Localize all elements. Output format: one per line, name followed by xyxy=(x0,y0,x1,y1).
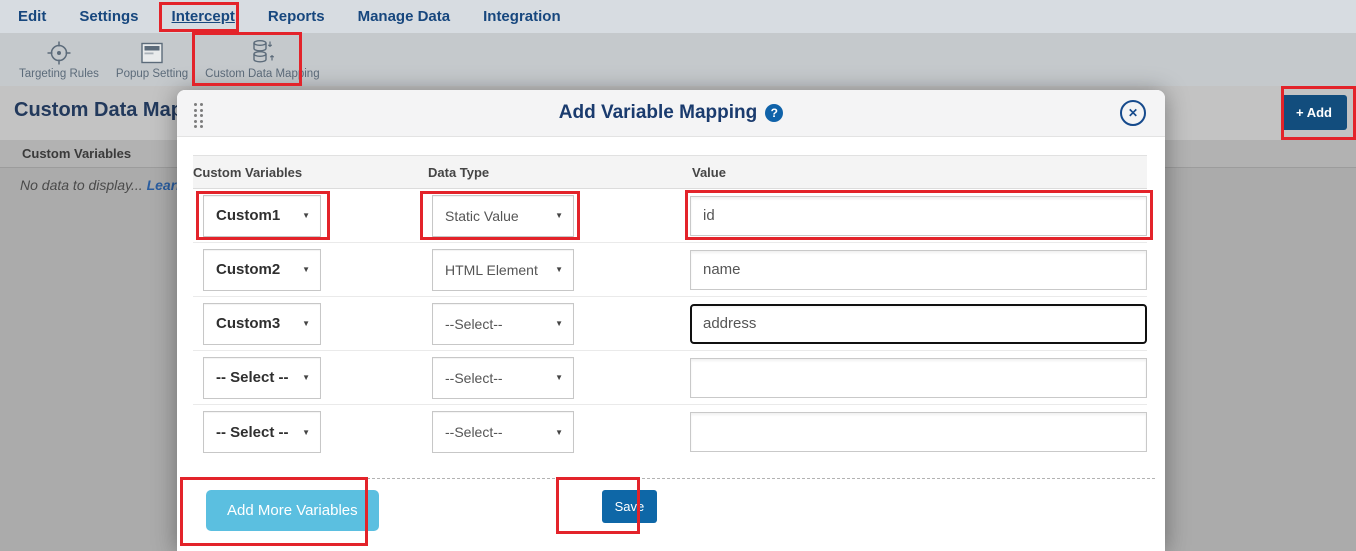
intercept-toolbar: Targeting Rules Popup Setting Custom Dat… xyxy=(0,33,1356,86)
chevron-down-icon: ▼ xyxy=(302,428,310,437)
database-icon xyxy=(247,38,277,67)
mapping-row: Custom3 ▼ --Select-- ▼ xyxy=(193,297,1147,351)
data-type-select[interactable]: --Select-- ▼ xyxy=(432,357,574,399)
top-navbar: Edit Settings Intercept Reports Manage D… xyxy=(0,0,1356,33)
add-variable-mapping-dialog: Add Variable Mapping ? ✕ Custom Variable… xyxy=(177,90,1165,551)
help-icon[interactable]: ? xyxy=(765,104,783,122)
value-input[interactable] xyxy=(690,196,1147,236)
mapping-row: Custom1 ▼ Static Value ▼ xyxy=(193,189,1147,243)
custom-variable-select[interactable]: -- Select -- ▼ xyxy=(203,357,321,399)
mapping-row: Custom2 ▼ HTML Element ▼ xyxy=(193,243,1147,297)
chevron-down-icon: ▼ xyxy=(302,265,310,274)
value-input[interactable] xyxy=(690,250,1147,290)
toolbar-item-custom-data-mapping[interactable]: Custom Data Mapping xyxy=(200,38,324,80)
close-icon[interactable]: ✕ xyxy=(1120,100,1146,126)
mapping-table-header: Custom Variables Data Type Value xyxy=(193,155,1147,189)
nav-item-intercept[interactable]: Intercept xyxy=(172,8,235,25)
nav-item-integration[interactable]: Integration xyxy=(483,8,561,25)
custom-variable-select[interactable]: -- Select -- ▼ xyxy=(203,411,321,453)
dialog-body: Custom Variables Data Type Value Custom1… xyxy=(177,137,1165,531)
column-header-custom-variables: Custom Variables xyxy=(193,165,428,180)
nav-item-manage-data[interactable]: Manage Data xyxy=(358,8,451,25)
add-button[interactable]: + Add xyxy=(1281,95,1347,130)
add-more-variables-button[interactable]: Add More Variables xyxy=(206,490,379,531)
data-type-select[interactable]: HTML Element ▼ xyxy=(432,249,574,291)
dialog-actions: Add More Variables Save xyxy=(193,490,1147,531)
mapping-row: -- Select -- ▼ --Select-- ▼ xyxy=(193,405,1147,459)
chevron-down-icon: ▼ xyxy=(555,265,563,274)
chevron-down-icon: ▼ xyxy=(555,373,563,382)
nav-item-edit[interactable]: Edit xyxy=(18,8,46,25)
toolbar-label: Popup Setting xyxy=(116,68,188,80)
mapping-row: -- Select -- ▼ --Select-- ▼ xyxy=(193,351,1147,405)
dotted-divider xyxy=(187,478,1155,479)
value-input[interactable] xyxy=(690,304,1147,344)
value-input[interactable] xyxy=(690,358,1147,398)
chevron-down-icon: ▼ xyxy=(555,428,563,437)
toolbar-item-popup-setting[interactable]: Popup Setting xyxy=(111,38,193,80)
background-table-header-label: Custom Variables xyxy=(22,146,131,161)
custom-variable-select[interactable]: Custom2 ▼ xyxy=(203,249,321,291)
toolbar-label: Custom Data Mapping xyxy=(205,68,319,80)
toolbar-item-targeting-rules[interactable]: Targeting Rules xyxy=(14,38,104,80)
data-type-select[interactable]: --Select-- ▼ xyxy=(432,303,574,345)
chevron-down-icon: ▼ xyxy=(302,373,310,382)
value-input[interactable] xyxy=(690,412,1147,452)
dialog-header: Add Variable Mapping ? ✕ xyxy=(177,90,1165,137)
target-icon xyxy=(45,38,73,67)
drag-handle-icon[interactable] xyxy=(194,103,203,128)
nav-item-reports[interactable]: Reports xyxy=(268,8,325,25)
chevron-down-icon: ▼ xyxy=(555,211,563,220)
column-header-value: Value xyxy=(692,165,1147,180)
dialog-title: Add Variable Mapping ? xyxy=(559,102,783,124)
save-button[interactable]: Save xyxy=(602,490,658,523)
column-header-data-type: Data Type xyxy=(428,165,686,180)
toolbar-label: Targeting Rules xyxy=(19,68,99,80)
custom-variable-select[interactable]: Custom3 ▼ xyxy=(203,303,321,345)
chevron-down-icon: ▼ xyxy=(555,319,563,328)
nav-item-settings[interactable]: Settings xyxy=(79,8,138,25)
custom-variable-select[interactable]: Custom1 ▼ xyxy=(203,195,321,237)
chevron-down-icon: ▼ xyxy=(302,319,310,328)
window-icon xyxy=(138,38,166,67)
chevron-down-icon: ▼ xyxy=(302,211,310,220)
data-type-select[interactable]: Static Value ▼ xyxy=(432,195,574,237)
data-type-select[interactable]: --Select-- ▼ xyxy=(432,411,574,453)
